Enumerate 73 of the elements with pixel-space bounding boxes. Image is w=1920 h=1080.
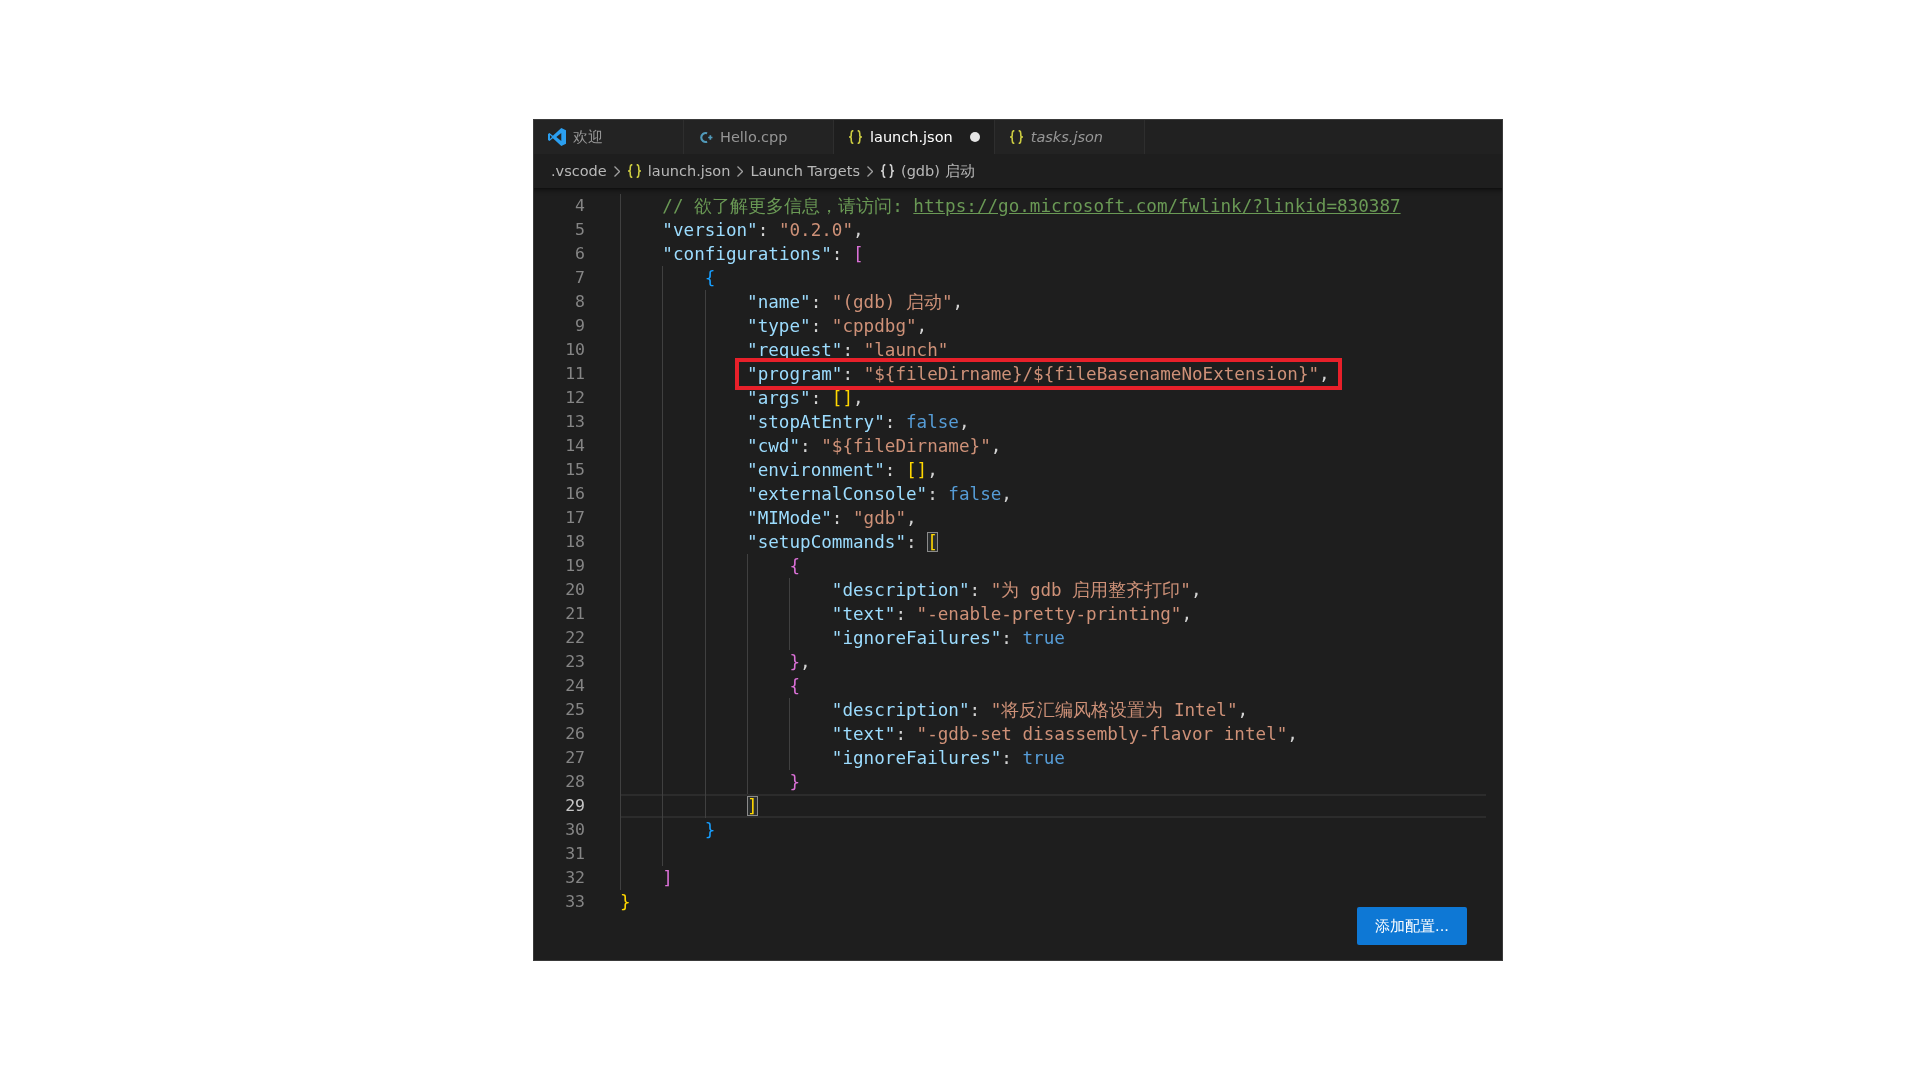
line-number: 14 [564,435,585,457]
logo-icon [548,128,566,146]
code-line: "MIMode": "gdb", [747,508,917,528]
code-line: ] [662,868,673,888]
code-line: "environment": [], [747,460,938,480]
code-line: "description": "为 gdb 启用整齐打印", [831,580,1202,600]
code-line: "request": "launch" [747,340,949,360]
line-number: 19 [564,555,585,577]
code-line: "text": "-gdb-set disassembly-flavor intel", [831,724,1298,744]
braces-icon [1008,130,1024,144]
line-number: 33 [564,891,585,913]
breadcrumb-item[interactable]: (gdb) 启动 [879,161,975,181]
line-number: 4 [574,195,585,217]
line-number: 30 [564,819,585,841]
cpp-file-icon [698,130,713,144]
code-line: { [704,268,716,288]
line-number: 27 [564,747,585,769]
code-line: "text": "-enable-pretty-printing", [831,604,1192,624]
line-number: 13 [564,411,585,433]
line-number: 32 [564,867,585,889]
line-number: 15 [564,459,585,481]
line-number: 10 [564,339,585,361]
line-number: 12 [564,387,585,409]
line-number: 26 [564,723,585,745]
code-line: }, [789,652,811,672]
line-number: 24 [564,675,585,697]
chevron-right-icon [737,165,744,177]
code-line: "ignoreFailures": true [831,628,1065,648]
braces-icon [626,164,642,178]
code-line: "name": "(gdb) 启动", [747,292,964,312]
breadcrumb-item[interactable]: Launch Targets [750,163,860,179]
breadcrumb-item[interactable]: launch.json [626,163,731,179]
code-line: } [620,892,631,912]
code-line: { [789,556,801,576]
line-number: 16 [564,483,585,505]
line-number: 18 [564,531,585,553]
chevron-right-icon [866,165,873,177]
code-line: "externalConsole": false, [747,484,1012,504]
code-line: "cwd": "${fileDirname}", [747,436,1002,456]
code-line: "configurations": [ [662,244,864,264]
code-line: } [789,772,801,792]
line-number: 11 [564,363,585,385]
braces-icon [848,130,863,144]
line-number: 29 [564,795,585,817]
line-number: 25 [564,699,585,721]
code-line: // 欲了解更多信息，请访问: https://go.microsoft.com/fwlink/?linkid=830387 [662,196,1401,216]
line-number: 23 [564,651,585,673]
braces-icon [879,164,895,178]
line-number: 9 [574,315,585,337]
line-number: 7 [574,267,585,289]
line-number: 8 [574,291,585,313]
line-number: 22 [564,627,585,649]
add-configuration-button[interactable]: 添加配置... [1357,907,1467,945]
line-number: 28 [564,771,585,793]
url-link[interactable]: https://go.microsoft.com/fwlink/?linkid=830387 [913,196,1401,216]
line-number: 20 [564,579,585,601]
line-number: 17 [564,507,585,529]
code-line: "setupCommands": [ [747,532,938,552]
line-number: 31 [564,843,585,865]
code-line: "args": [], [747,388,864,408]
code-line: "program": "${fileDirname}/${fileBasenameNoExtension}", [747,364,1330,384]
code-line: "ignoreFailures": true [831,748,1065,768]
code-line: } [704,820,716,840]
code-line: { [789,676,801,696]
code-line: "type": "cppdbg", [747,316,928,336]
code-line: "description": "将反汇编风格设置为 Intel", [831,700,1249,720]
chevron-right-icon [613,165,620,177]
line-number: 5 [574,219,585,241]
code-line: "version": "0.2.0", [662,220,864,240]
breadcrumb-item[interactable]: .vscode [551,163,607,179]
code-line: "stopAtEntry": false, [747,412,970,432]
line-number: 6 [574,243,585,265]
line-number: 21 [564,603,585,625]
